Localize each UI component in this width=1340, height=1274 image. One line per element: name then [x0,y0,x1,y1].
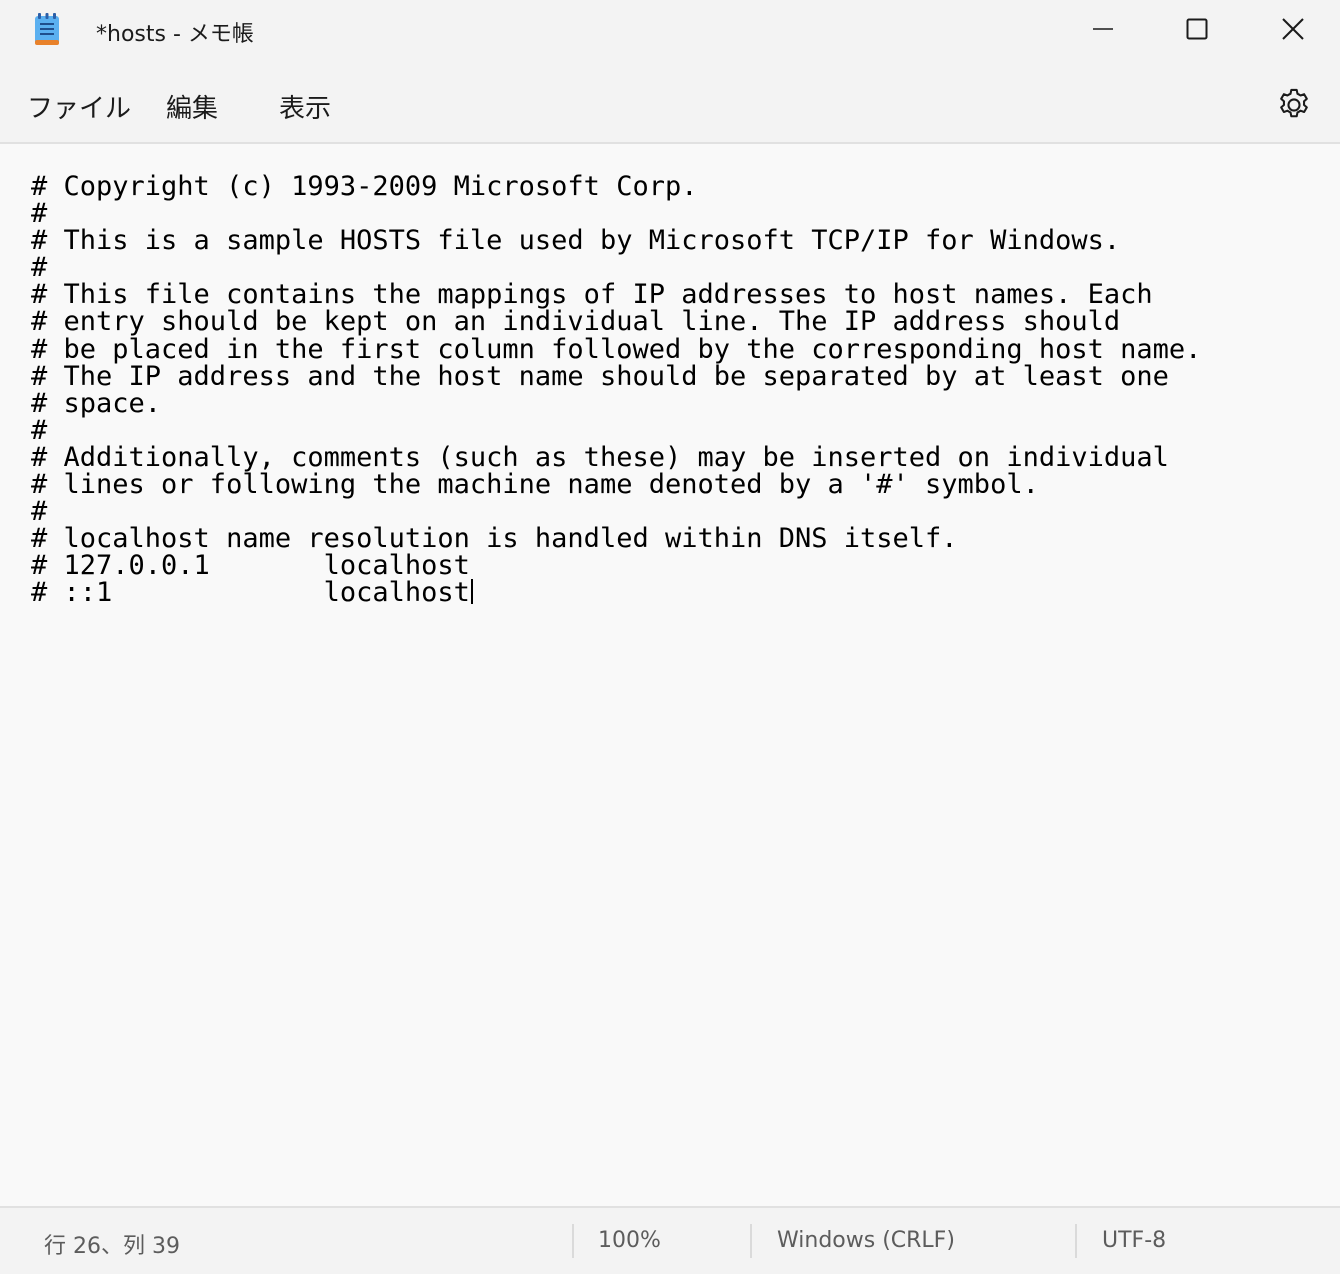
zoom-level[interactable]: 100% [598,1228,661,1253]
editor-content[interactable]: # Copyright (c) 1993-2009 Microsoft Corp… [31,173,1201,607]
gear-icon [1280,88,1308,118]
title-bar: *hosts - メモ帳 [0,0,1340,62]
close-icon [1282,18,1304,40]
text-editor[interactable]: # Copyright (c) 1993-2009 Microsoft Corp… [0,144,1340,1206]
menu-bar: ファイル 編集 表示 [0,62,1340,144]
menu-edit[interactable]: 編集 [166,88,218,125]
notepad-icon [34,13,60,46]
status-divider [1075,1224,1077,1258]
minimize-icon [1093,28,1113,30]
minimize-button[interactable] [1058,0,1148,58]
settings-button[interactable] [1275,86,1313,124]
window-title: *hosts - メモ帳 [96,22,254,47]
menu-view[interactable]: 表示 [279,88,331,125]
maximize-button[interactable] [1152,0,1242,58]
encoding[interactable]: UTF-8 [1102,1228,1166,1253]
maximize-icon [1186,18,1208,40]
menu-file[interactable]: ファイル [27,88,131,125]
status-divider [572,1224,574,1258]
cursor-position: 行 26、列 39 [44,1234,180,1259]
status-divider [750,1224,752,1258]
text-caret [470,579,473,605]
close-button[interactable] [1248,0,1338,58]
status-bar: 行 26、列 39 100% Windows (CRLF) UTF-8 [0,1206,1340,1274]
line-ending[interactable]: Windows (CRLF) [777,1228,955,1253]
